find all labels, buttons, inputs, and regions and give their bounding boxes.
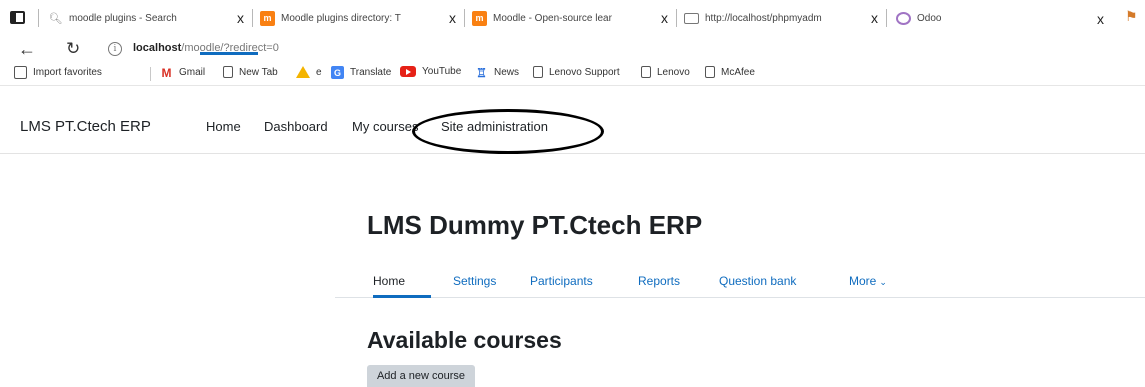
bookmark-label: YouTube bbox=[422, 66, 462, 77]
tab-moodle-open-source[interactable]: m Moodle - Open-source lear x bbox=[472, 6, 668, 30]
tab-separator bbox=[464, 9, 465, 27]
secnav-home[interactable]: Home bbox=[373, 274, 405, 288]
close-icon[interactable]: x bbox=[449, 10, 456, 26]
bookmark-youtube[interactable]: YouTube bbox=[400, 66, 461, 77]
bookmark-label: Import favorites bbox=[33, 67, 102, 78]
nav-my-courses[interactable]: My courses bbox=[352, 119, 418, 134]
bookmark-label: Lenovo bbox=[657, 66, 690, 78]
news-icon: ♖ bbox=[476, 65, 487, 80]
moodle-icon: m bbox=[260, 10, 275, 26]
tab-separator bbox=[38, 9, 39, 27]
tab-title: http://localhost/phpmyadm bbox=[705, 12, 822, 24]
import-icon bbox=[14, 66, 27, 79]
browser-tab-strip: 🔍︎ moodle plugins - Search x m Moodle pl… bbox=[0, 0, 1145, 36]
bookmark-label: e bbox=[316, 66, 322, 78]
available-courses-heading: Available courses bbox=[367, 327, 562, 353]
tab-actions-icon[interactable] bbox=[8, 8, 28, 28]
tab-favicon-icon[interactable]: ⚑ bbox=[1125, 8, 1138, 25]
site-brand[interactable]: LMS PT.Ctech ERP bbox=[20, 118, 151, 135]
bookmark-label: Lenovo Support bbox=[549, 66, 620, 78]
close-icon[interactable]: x bbox=[1097, 11, 1104, 27]
bookmark-import-favorites[interactable]: Import favorites bbox=[14, 66, 102, 79]
secondary-navigation: Home Settings Participants Reports Quest… bbox=[335, 256, 1145, 298]
tab-odoo[interactable]: Odoo bbox=[896, 6, 1076, 30]
page-icon bbox=[533, 66, 543, 78]
reload-icon[interactable]: ↻ bbox=[66, 36, 80, 62]
odoo-icon bbox=[896, 11, 911, 25]
secnav-active-indicator bbox=[373, 295, 431, 298]
tab-moodle-plugins-search[interactable]: 🔍︎ moodle plugins - Search x bbox=[48, 6, 244, 30]
bookmark-lenovo[interactable]: Lenovo bbox=[641, 66, 690, 78]
bookmark-label: Gmail bbox=[179, 67, 206, 78]
tab-title: Moodle - Open-source lear bbox=[493, 12, 612, 24]
close-icon[interactable]: x bbox=[871, 10, 878, 26]
tab-title: Moodle plugins directory: T bbox=[281, 12, 401, 24]
gmail-icon: M bbox=[161, 65, 172, 80]
tab-title: moodle plugins - Search bbox=[69, 12, 177, 24]
close-icon[interactable]: x bbox=[661, 10, 668, 26]
bookmark-lenovo-support[interactable]: Lenovo Support bbox=[533, 66, 620, 78]
bookmark-news[interactable]: ♖ News bbox=[475, 65, 520, 80]
page-title: LMS Dummy PT.Ctech ERP bbox=[367, 210, 703, 240]
site-info-icon[interactable]: i bbox=[108, 42, 122, 56]
add-course-button[interactable]: Add a new course bbox=[367, 365, 475, 387]
chevron-down-icon: ⌄ bbox=[879, 277, 887, 287]
bookmark-label: News bbox=[494, 67, 520, 78]
tab-separator bbox=[886, 9, 887, 27]
secnav-settings[interactable]: Settings bbox=[453, 274, 496, 288]
address-bar-row: ← ↻ i localhost/moodle/?redirect=0 bbox=[0, 36, 1145, 62]
bookmark-mcafee[interactable]: McAfee bbox=[705, 66, 755, 78]
back-icon[interactable]: ← bbox=[18, 36, 36, 62]
nav-dashboard[interactable]: Dashboard bbox=[264, 119, 328, 134]
page-icon bbox=[223, 66, 233, 78]
secnav-participants[interactable]: Participants bbox=[530, 274, 593, 288]
bookmark-label: Translate bbox=[350, 67, 392, 78]
page-icon bbox=[705, 66, 715, 78]
tab-moodle-plugins-directory[interactable]: m Moodle plugins directory: T x bbox=[260, 6, 456, 30]
page-icon bbox=[684, 12, 699, 24]
bookmark-label: McAfee bbox=[721, 66, 755, 78]
secnav-question-bank[interactable]: Question bank bbox=[719, 274, 796, 288]
nav-active-indicator bbox=[200, 52, 258, 55]
secnav-reports[interactable]: Reports bbox=[638, 274, 680, 288]
tab-separator bbox=[252, 9, 253, 27]
nav-home[interactable]: Home bbox=[206, 119, 241, 134]
drive-icon bbox=[296, 66, 310, 78]
bookmark-label: New Tab bbox=[239, 66, 278, 78]
url-host: localhost bbox=[133, 42, 182, 54]
bookmark-translate[interactable]: G Translate bbox=[331, 66, 391, 79]
translate-icon: G bbox=[331, 66, 344, 79]
youtube-icon bbox=[400, 66, 416, 77]
bookmark-gmail[interactable]: M Gmail bbox=[160, 65, 206, 80]
close-icon[interactable]: x bbox=[237, 10, 244, 26]
bookmark-new-tab[interactable]: New Tab bbox=[223, 66, 278, 78]
page-icon bbox=[641, 66, 651, 78]
search-icon: 🔍︎ bbox=[48, 12, 63, 25]
secnav-more[interactable]: More ⌄ bbox=[849, 274, 887, 288]
tab-separator bbox=[676, 9, 677, 27]
highlight-annotation bbox=[412, 109, 604, 154]
bookmarks-bar: Import favorites M Gmail New Tab e G Tra… bbox=[0, 62, 1145, 86]
bookmark-separator bbox=[150, 67, 151, 81]
secnav-more-label: More bbox=[849, 274, 877, 288]
tab-phpmyadmin[interactable]: http://localhost/phpmyadm x bbox=[684, 6, 878, 30]
bookmark-drive[interactable]: e bbox=[296, 66, 322, 78]
moodle-icon: m bbox=[472, 10, 487, 26]
tab-title: Odoo bbox=[917, 12, 942, 24]
